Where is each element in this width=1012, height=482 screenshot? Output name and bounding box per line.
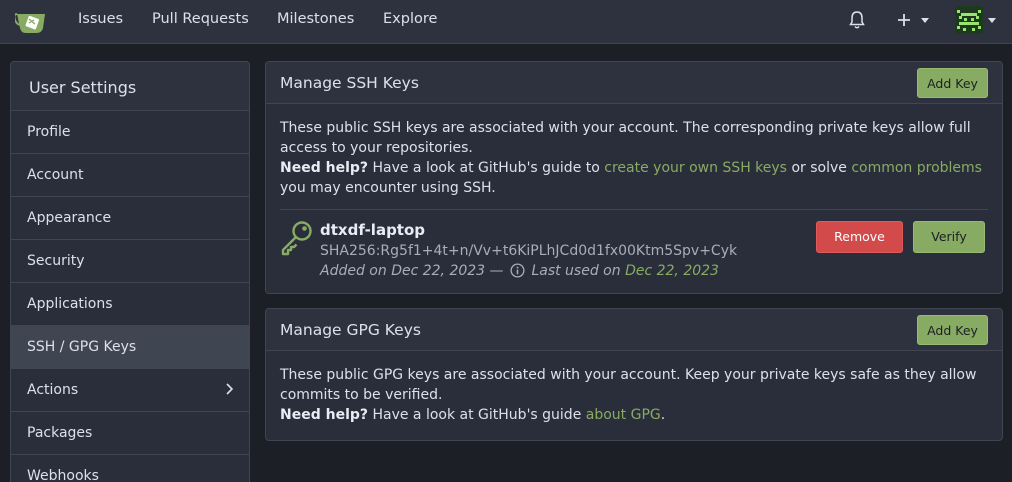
about-gpg-link[interactable]: about GPG	[586, 407, 661, 423]
gpg-description: These public GPG keys are associated wit…	[280, 367, 977, 403]
remove-key-button[interactable]: Remove	[816, 221, 903, 253]
sidebar-item-label: Appearance	[27, 210, 112, 226]
sidebar-item-label: SSH / GPG Keys	[27, 339, 137, 355]
sidebar-item-label: Actions	[27, 382, 79, 398]
ssh-help-text: Need help? Have a look at GitHub's guide…	[280, 158, 988, 198]
sidebar-item-ssh-gpg-keys[interactable]: SSH / GPG Keys	[11, 326, 249, 369]
gpg-keys-panel: Manage GPG Keys Add Key These public GPG…	[265, 308, 1003, 441]
chevron-down-icon	[988, 18, 996, 23]
gpg-panel-body: These public GPG keys are associated wit…	[266, 351, 1002, 439]
avatar	[955, 6, 983, 34]
add-ssh-key-button[interactable]: Add Key	[917, 68, 988, 98]
sidebar-item-actions[interactable]: Actions	[11, 369, 249, 412]
sidebar-title: User Settings	[11, 62, 249, 111]
top-navbar: Issues Pull Requests Milestones Explore	[0, 0, 1012, 44]
nav-issues[interactable]: Issues	[78, 11, 123, 27]
sidebar-item-label: Profile	[27, 124, 71, 140]
sidebar-item-applications[interactable]: Applications	[11, 283, 249, 326]
help-text: you may encounter using SSH.	[280, 180, 496, 196]
add-gpg-key-button[interactable]: Add Key	[917, 315, 988, 345]
sidebar-item-label: Account	[27, 167, 84, 183]
ssh-keys-panel: Manage SSH Keys Add Key These public SSH…	[265, 61, 1003, 294]
nav-milestones[interactable]: Milestones	[277, 11, 354, 27]
nav-pull-requests[interactable]: Pull Requests	[152, 11, 249, 27]
gpg-panel-header: Manage GPG Keys Add Key	[266, 309, 1002, 351]
ssh-panel-body: These public SSH keys are associated wit…	[266, 104, 1002, 301]
gpg-panel-title: Manage GPG Keys	[280, 321, 421, 339]
common-problems-link[interactable]: common problems	[851, 160, 982, 176]
sidebar-item-profile[interactable]: Profile	[11, 111, 249, 154]
ssh-key-meta: Added on Dec 22, 2023 — Last used on Dec…	[320, 261, 719, 281]
user-menu-button[interactable]	[955, 6, 999, 36]
ssh-panel-title: Manage SSH Keys	[280, 74, 419, 92]
key-icon	[281, 221, 312, 256]
sidebar-item-account[interactable]: Account	[11, 154, 249, 197]
sidebar-item-appearance[interactable]: Appearance	[11, 197, 249, 240]
help-label: Need help?	[280, 407, 369, 423]
sidebar-item-label: Webhooks	[27, 468, 99, 482]
help-text: Have a look at GitHub's guide to	[372, 160, 600, 176]
info-icon	[510, 263, 525, 278]
chevron-down-icon	[921, 18, 929, 23]
verify-key-button[interactable]: Verify	[913, 221, 985, 253]
ssh-key-name: dtxdf-laptop	[320, 221, 426, 239]
help-text: or solve	[791, 160, 847, 176]
help-text: Have a look at GitHub's guide	[372, 407, 582, 423]
create-ssh-keys-link[interactable]: create your own SSH keys	[604, 160, 787, 176]
ssh-key-fingerprint: SHA256:Rg5f1+4t+n/Vv+t6KiPLhJCd0d1fx00Kt…	[320, 243, 738, 259]
bell-icon[interactable]	[849, 10, 865, 30]
sidebar-item-security[interactable]: Security	[11, 240, 249, 283]
sidebar-item-webhooks[interactable]: Webhooks	[11, 455, 249, 482]
nav-explore[interactable]: Explore	[383, 11, 437, 27]
ssh-key-added: Added on Dec 22, 2023 —	[320, 263, 504, 279]
sidebar-item-label: Security	[27, 253, 85, 269]
sidebar-item-label: Applications	[27, 296, 113, 312]
create-menu-button[interactable]	[896, 12, 932, 32]
chevron-right-icon	[226, 383, 233, 395]
ssh-description: These public SSH keys are associated wit…	[280, 120, 971, 156]
gitea-logo-icon[interactable]	[15, 6, 49, 36]
sidebar-item-packages[interactable]: Packages	[11, 412, 249, 455]
help-text: .	[660, 407, 666, 423]
help-label: Need help?	[280, 160, 369, 176]
sidebar-item-label: Packages	[27, 425, 93, 441]
ssh-key-row: dtxdf-laptop SHA256:Rg5f1+4t+n/Vv+t6KiPL…	[280, 209, 988, 287]
settings-sidebar: User Settings Profile Account Appearance…	[10, 61, 250, 482]
ssh-panel-header: Manage SSH Keys Add Key	[266, 62, 1002, 104]
gpg-help-text: Need help? Have a look at GitHub's guide…	[280, 405, 988, 425]
ssh-key-last-used-date: Dec 22, 2023	[625, 263, 719, 279]
ssh-key-last-used-label: Last used on	[531, 263, 621, 279]
plus-icon	[898, 14, 910, 26]
